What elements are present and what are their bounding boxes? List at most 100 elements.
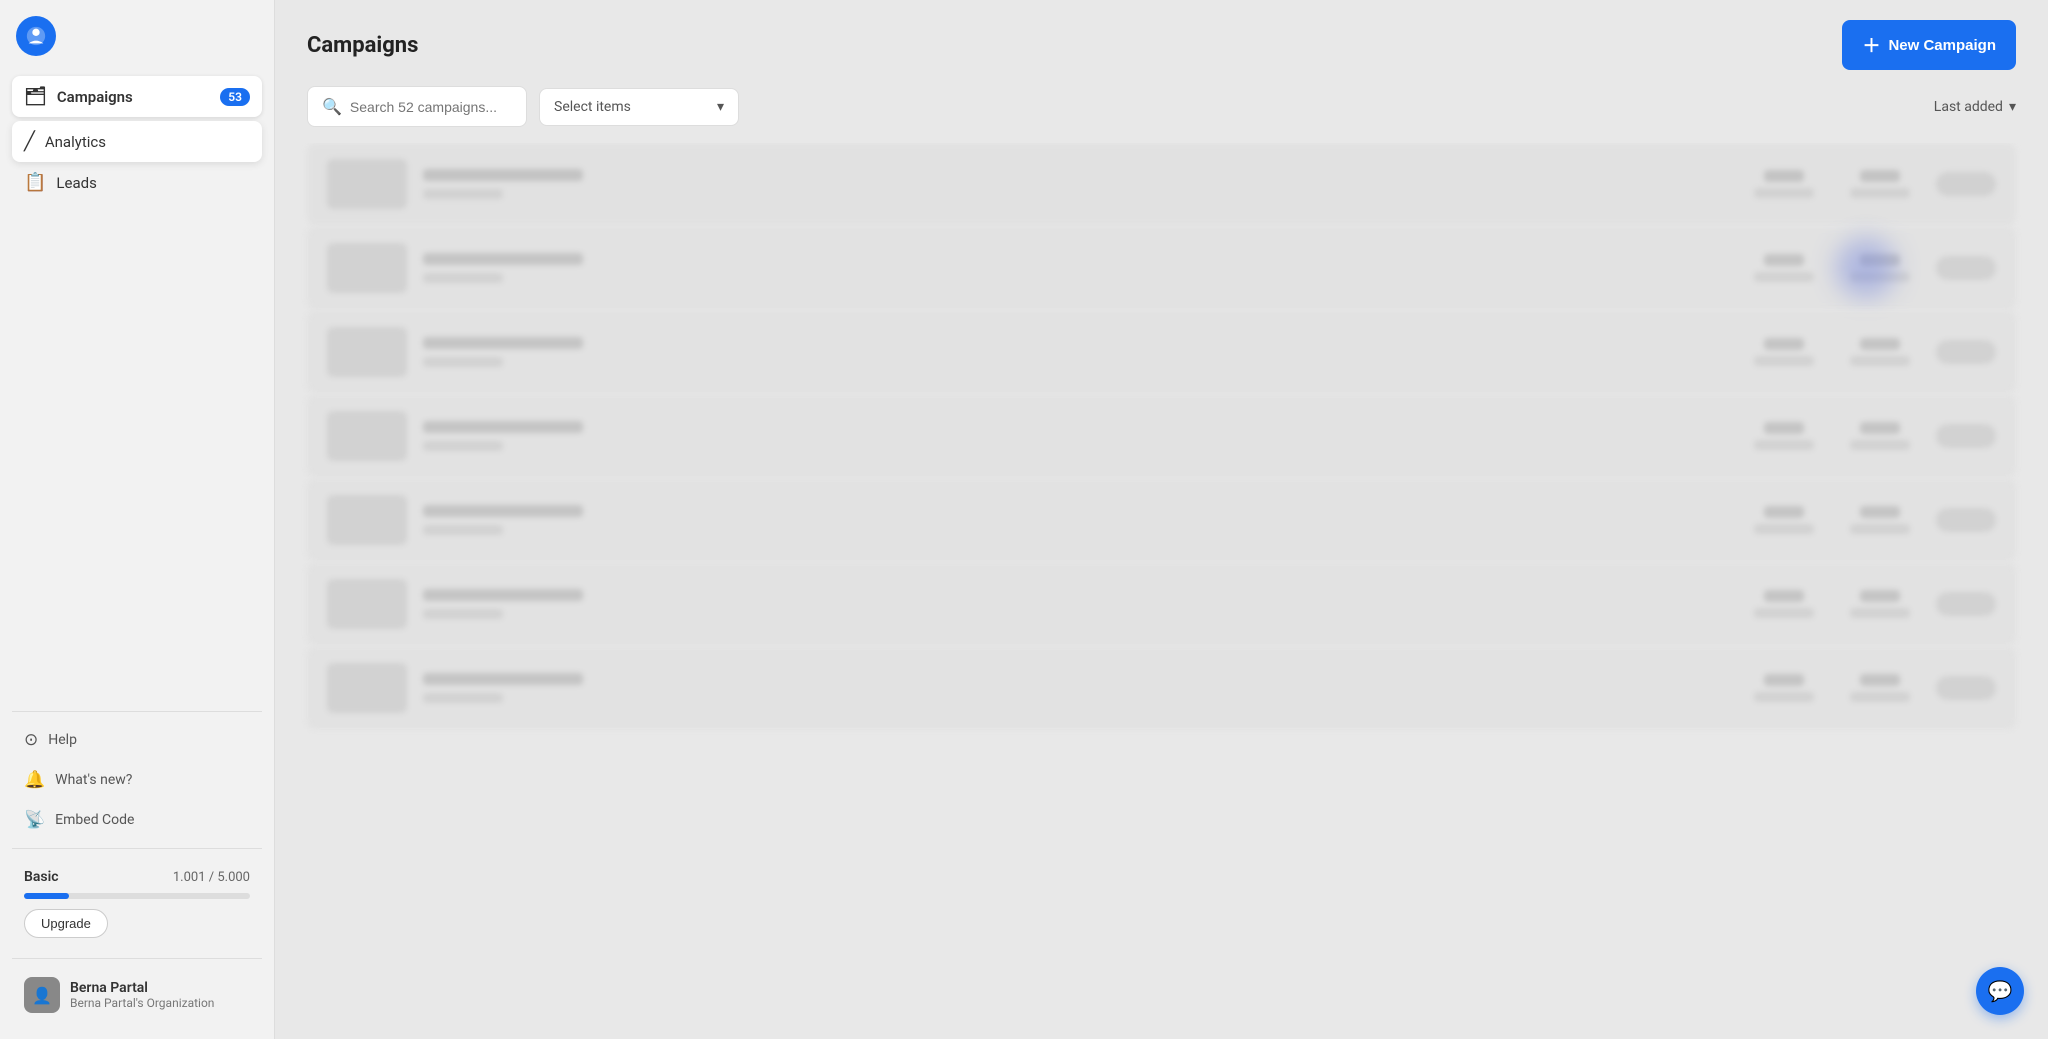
search-input[interactable] bbox=[350, 99, 512, 115]
campaign-meta-skeleton bbox=[423, 441, 503, 451]
campaign-stat-2 bbox=[1840, 422, 1920, 450]
avatar-icon: 👤 bbox=[32, 986, 52, 1005]
stat-value bbox=[1764, 254, 1804, 266]
sidebar-item-help[interactable]: ⊙ Help bbox=[12, 720, 262, 760]
campaign-thumbnail bbox=[327, 411, 407, 461]
campaign-stat-1 bbox=[1744, 422, 1824, 450]
stat-value bbox=[1860, 254, 1900, 266]
sidebar-item-whats-new[interactable]: 🔔 What's new? bbox=[12, 760, 262, 800]
stat-value bbox=[1764, 422, 1804, 434]
campaign-name-skeleton bbox=[423, 337, 583, 349]
table-row[interactable] bbox=[307, 395, 2016, 477]
campaign-info bbox=[423, 253, 1728, 283]
stat-value bbox=[1860, 506, 1900, 518]
plan-usage: 1.001 / 5.000 bbox=[173, 870, 250, 885]
search-box[interactable]: 🔍 bbox=[307, 86, 527, 127]
divider-3 bbox=[12, 958, 262, 959]
row-inner bbox=[327, 159, 1996, 209]
table-row[interactable] bbox=[307, 311, 2016, 393]
campaign-thumbnail bbox=[327, 663, 407, 713]
embed-code-label: Embed Code bbox=[55, 812, 134, 828]
stat-label bbox=[1754, 692, 1814, 702]
campaigns-label: Campaigns bbox=[57, 88, 133, 106]
select-items-dropdown[interactable]: Select items ▾ bbox=[539, 88, 739, 126]
avatar: 👤 bbox=[24, 977, 60, 1013]
campaign-info bbox=[423, 673, 1728, 703]
campaign-meta-skeleton bbox=[423, 357, 503, 367]
campaign-name-skeleton bbox=[423, 505, 583, 517]
whats-new-label: What's new? bbox=[55, 772, 132, 788]
stat-value bbox=[1860, 338, 1900, 350]
campaign-info bbox=[423, 505, 1728, 535]
logo-icon bbox=[25, 25, 47, 47]
stat-label bbox=[1754, 272, 1814, 282]
stat-value bbox=[1860, 422, 1900, 434]
stat-value bbox=[1860, 674, 1900, 686]
sidebar-item-campaigns[interactable]: 🗂 Campaigns 53 bbox=[12, 76, 262, 117]
app-logo[interactable] bbox=[16, 16, 56, 56]
campaign-status-badge bbox=[1936, 256, 1996, 280]
plan-bar-background bbox=[24, 893, 250, 899]
campaign-stat-2 bbox=[1840, 590, 1920, 618]
upgrade-button[interactable]: Upgrade bbox=[24, 909, 108, 938]
campaign-meta-skeleton bbox=[423, 693, 503, 703]
help-icon: ⊙ bbox=[24, 730, 38, 750]
campaign-meta-skeleton bbox=[423, 525, 503, 535]
chat-icon: 💬 bbox=[1988, 979, 2013, 1003]
toolbar-left: 🔍 Select items ▾ bbox=[307, 86, 739, 127]
campaign-stat-1 bbox=[1744, 674, 1824, 702]
plan-label: Basic bbox=[24, 869, 59, 885]
stat-label bbox=[1850, 188, 1910, 198]
table-row[interactable] bbox=[307, 143, 2016, 225]
stat-label bbox=[1850, 608, 1910, 618]
leads-icon: 📋 bbox=[24, 172, 46, 193]
stat-label bbox=[1754, 188, 1814, 198]
campaign-status-badge bbox=[1936, 592, 1996, 616]
sidebar-item-embed-code[interactable]: 📡 Embed Code bbox=[12, 800, 262, 840]
row-inner bbox=[327, 327, 1996, 377]
campaign-meta-skeleton bbox=[423, 609, 503, 619]
main-content: Campaigns ＋ New Campaign 🔍 Select items … bbox=[275, 0, 2048, 1039]
table-row[interactable] bbox=[307, 563, 2016, 645]
new-campaign-label: New Campaign bbox=[1888, 37, 1996, 54]
campaign-meta-skeleton bbox=[423, 273, 503, 283]
analytics-icon: ╱ bbox=[24, 131, 35, 152]
stat-label bbox=[1754, 440, 1814, 450]
campaign-meta-skeleton bbox=[423, 189, 503, 199]
table-row[interactable] bbox=[307, 227, 2016, 309]
user-section[interactable]: 👤 Berna Partal Berna Partal's Organizati… bbox=[12, 967, 262, 1023]
campaign-status-badge bbox=[1936, 424, 1996, 448]
page-title: Campaigns bbox=[307, 33, 418, 58]
toolbar: 🔍 Select items ▾ Last added ▾ bbox=[275, 86, 2048, 143]
sidebar-item-analytics[interactable]: ╱ Analytics bbox=[12, 121, 262, 162]
campaign-info bbox=[423, 169, 1728, 199]
stat-label bbox=[1754, 356, 1814, 366]
sidebar-item-leads[interactable]: 📋 Leads bbox=[12, 162, 262, 203]
campaign-thumbnail bbox=[327, 327, 407, 377]
top-bar: Campaigns ＋ New Campaign bbox=[275, 0, 2048, 86]
chat-button[interactable]: 💬 bbox=[1976, 967, 2024, 1015]
stat-label bbox=[1754, 608, 1814, 618]
user-info: Berna Partal Berna Partal's Organization bbox=[70, 980, 214, 1010]
stat-value bbox=[1764, 674, 1804, 686]
analytics-label: Analytics bbox=[45, 133, 106, 151]
new-campaign-button[interactable]: ＋ New Campaign bbox=[1842, 20, 2016, 70]
stat-value bbox=[1860, 170, 1900, 182]
table-row[interactable] bbox=[307, 479, 2016, 561]
campaign-status-badge bbox=[1936, 508, 1996, 532]
campaign-stat-1 bbox=[1744, 170, 1824, 198]
campaign-list bbox=[275, 143, 2048, 1039]
campaign-stat-1 bbox=[1744, 338, 1824, 366]
campaign-stat-2 bbox=[1840, 170, 1920, 198]
campaign-info bbox=[423, 337, 1728, 367]
table-row[interactable] bbox=[307, 647, 2016, 729]
row-inner bbox=[327, 579, 1996, 629]
campaign-status-badge bbox=[1936, 172, 1996, 196]
campaigns-badge: 53 bbox=[220, 88, 250, 106]
plan-header: Basic 1.001 / 5.000 bbox=[24, 869, 250, 885]
select-items-label: Select items bbox=[554, 99, 631, 115]
plus-icon: ＋ bbox=[1862, 32, 1880, 58]
sort-control[interactable]: Last added ▾ bbox=[1934, 99, 2016, 115]
campaign-stat-2 bbox=[1840, 674, 1920, 702]
bell-icon: 🔔 bbox=[24, 770, 45, 790]
